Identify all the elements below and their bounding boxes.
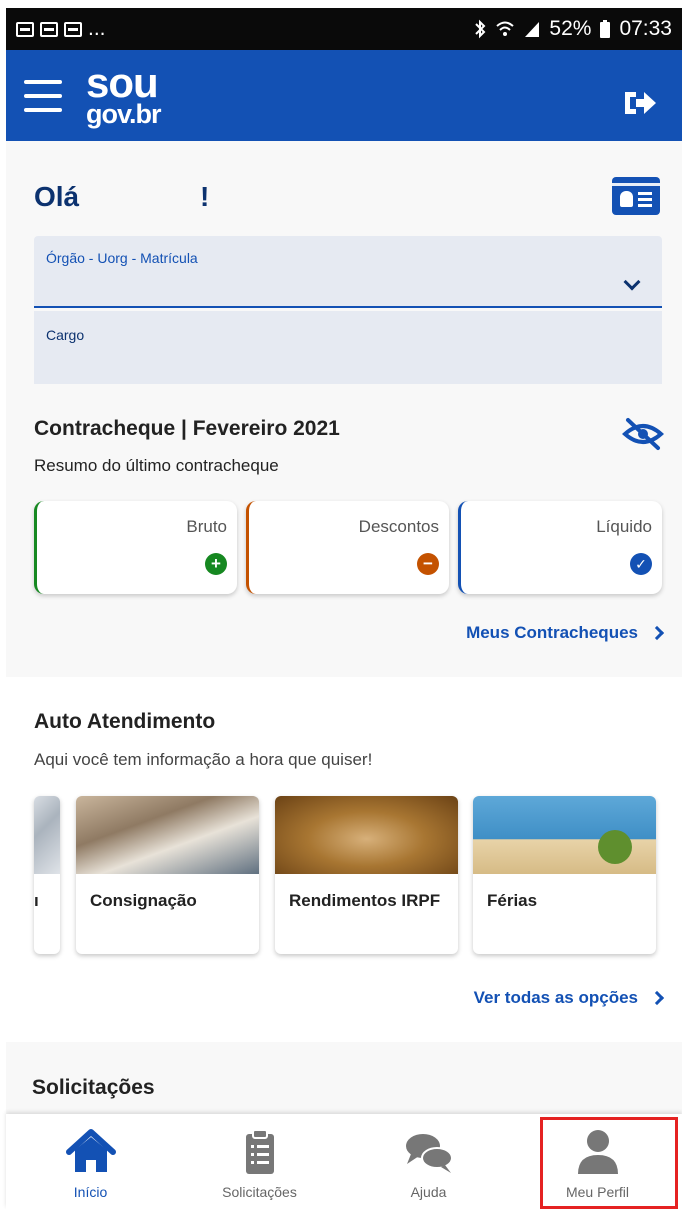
nav-ajuda[interactable]: Ajuda: [344, 1114, 513, 1209]
solicitacoes-section: Solicitações: [6, 1042, 682, 1114]
service-label: Férias: [487, 891, 538, 910]
lion-image: [275, 796, 458, 874]
service-card-rendimentos-irpf[interactable]: Rendimentos IRPF: [275, 796, 458, 954]
signal-icon: [525, 22, 540, 37]
nav-meu-perfil-label: Meu Perfil: [565, 1184, 630, 1200]
plus-circle-icon: +: [205, 553, 227, 575]
eye-off-icon[interactable]: [622, 417, 664, 451]
service-card-consignacao[interactable]: Consignação: [76, 796, 259, 954]
service-card[interactable]: ı: [34, 796, 60, 954]
nav-inicio[interactable]: Início: [6, 1114, 175, 1209]
solicitacoes-title: Solicitações: [32, 1076, 155, 1099]
chevron-down-icon: [623, 273, 641, 291]
status-notifications: ...: [16, 17, 106, 41]
check-circle-icon: ✓: [630, 553, 652, 575]
bruto-label: Bruto: [186, 517, 227, 536]
consignacao-image: [76, 796, 259, 874]
liquido-card[interactable]: Líquido ✓: [458, 501, 662, 594]
greeting-exclamation: !: [200, 181, 210, 212]
payslip-subtitle: Resumo do último contracheque: [34, 456, 279, 475]
status-indicators: 52% 07:33: [473, 17, 672, 41]
liquido-label: Líquido: [596, 517, 652, 536]
chat-bubbles-icon: [405, 1134, 453, 1173]
home-icon: [65, 1129, 116, 1172]
clock: 07:33: [619, 17, 672, 40]
auto-atendimento-title: Auto Atendimento: [34, 710, 216, 733]
ver-todas-opcoes-link[interactable]: Ver todas as opções: [473, 988, 665, 1008]
chevron-right-icon: [649, 625, 665, 641]
ver-todas-opcoes-label: Ver todas as opções: [473, 988, 638, 1007]
meus-contracheques-label: Meus Contracheques: [466, 623, 638, 642]
cargo-field-label: Cargo: [46, 327, 85, 343]
orgao-field-label: Órgão - Uorg - Matrícula: [46, 250, 198, 266]
status-more-text: ...: [88, 17, 106, 40]
nav-meu-perfil[interactable]: Meu Perfil: [513, 1114, 682, 1209]
status-bar: ... 52% 07:33: [6, 8, 682, 50]
sou-govbr-logo: sou gov.br: [86, 59, 161, 129]
payslip-title: Contracheque | Fevereiro 2021: [34, 417, 340, 440]
battery-percent: 52%: [549, 17, 592, 40]
notification-icon: [40, 21, 58, 37]
user-icon: [577, 1130, 618, 1174]
greeting-text: Olá: [34, 181, 80, 212]
auto-atendimento-section: Auto Atendimento Aqui você tem informaçã…: [6, 678, 682, 1042]
logout-icon[interactable]: [622, 88, 658, 118]
nav-solicitacoes[interactable]: Solicitações: [175, 1114, 344, 1209]
minus-circle-icon: −: [417, 553, 439, 575]
hamburger-menu-icon[interactable]: [24, 80, 62, 112]
nav-ajuda-label: Ajuda: [410, 1184, 447, 1200]
service-image: [34, 796, 60, 874]
meus-contracheques-link[interactable]: Meus Contracheques: [466, 623, 665, 643]
bottom-navigation: Início Solicitações Ajuda Meu Perfil: [6, 1114, 682, 1209]
app-header: sou gov.br: [6, 50, 682, 141]
nav-inicio-label: Início: [73, 1184, 108, 1200]
service-label: Rendimentos IRPF: [289, 891, 441, 910]
orgao-uorg-matricula-select[interactable]: Órgão - Uorg - Matrícula: [34, 236, 662, 308]
bluetooth-icon: [475, 19, 486, 39]
wifi-icon: [496, 21, 515, 36]
descontos-label: Descontos: [358, 517, 439, 536]
auto-atendimento-subtitle: Aqui você tem informação a hora que quis…: [34, 750, 373, 769]
cargo-field[interactable]: Cargo: [34, 311, 662, 384]
chevron-right-icon: [649, 990, 665, 1006]
id-card-icon[interactable]: [612, 177, 660, 215]
battery-icon: [600, 20, 611, 38]
notification-icon: [16, 21, 34, 37]
nav-solicitacoes-label: Solicitações: [222, 1184, 297, 1200]
notification-icon: [64, 21, 82, 37]
service-label: ı: [34, 891, 39, 910]
bruto-card[interactable]: Bruto +: [34, 501, 237, 594]
beach-image: [473, 796, 656, 874]
greeting-section: Olá ! Órgão - Uorg - Matrícula Cargo Con…: [6, 141, 682, 677]
descontos-card[interactable]: Descontos −: [246, 501, 449, 594]
service-label: Consignação: [90, 891, 197, 910]
clipboard-icon: [245, 1129, 274, 1174]
service-card-ferias[interactable]: Férias: [473, 796, 656, 954]
